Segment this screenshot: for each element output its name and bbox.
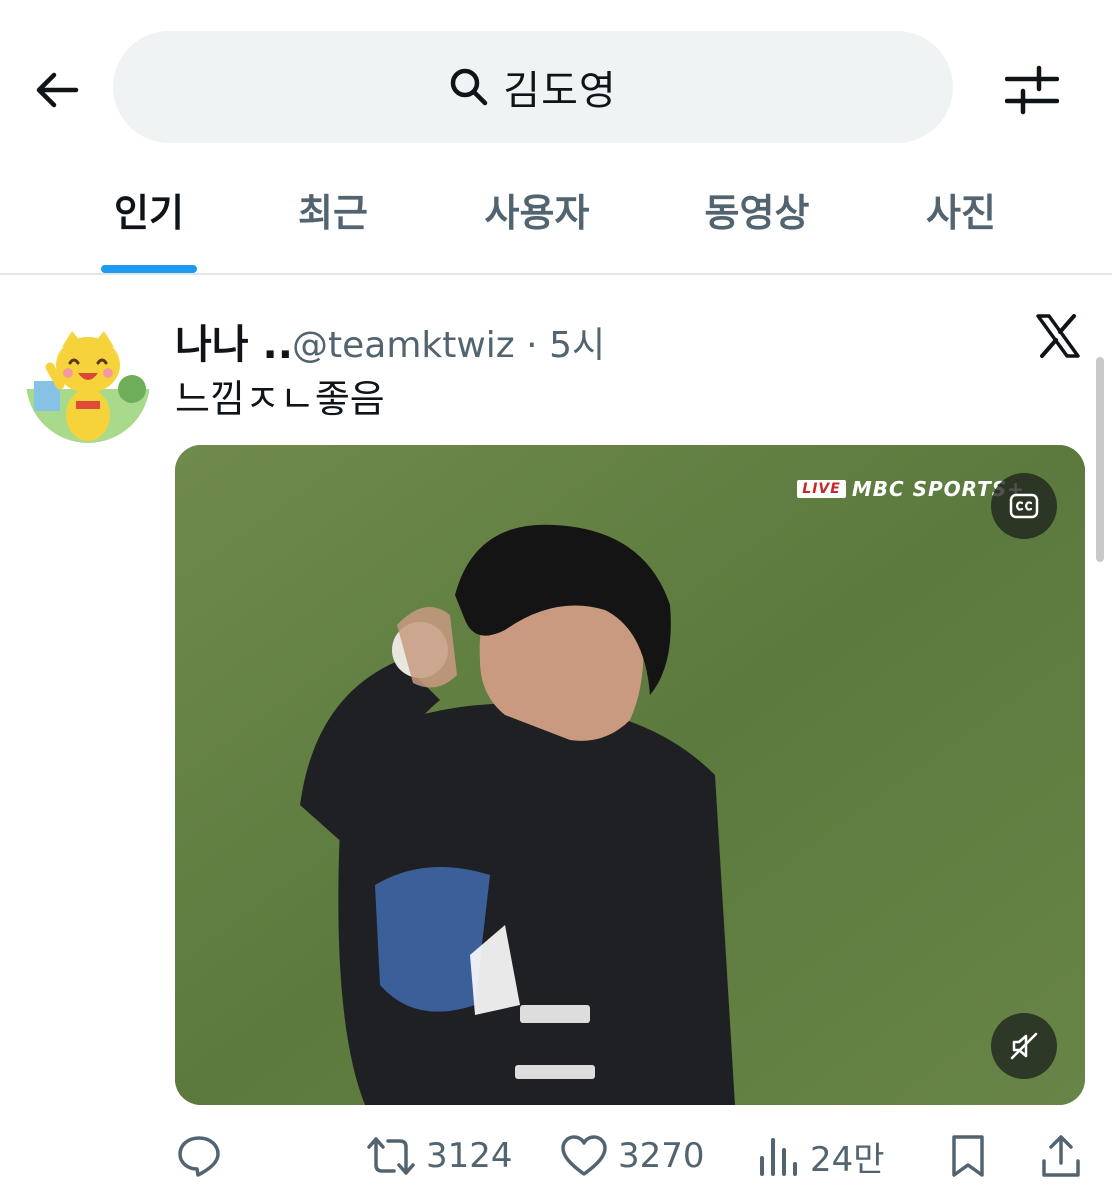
like-count: 3270 <box>618 1136 705 1176</box>
filter-sliders-icon <box>1005 65 1059 115</box>
live-badge: LIVE <box>797 480 846 498</box>
avatar[interactable] <box>26 319 150 443</box>
tab-recent[interactable]: 최근 <box>283 182 383 242</box>
handle-row: @teamktwiz · 5시 <box>292 316 605 368</box>
bookmark-icon <box>952 1135 984 1177</box>
search-bar[interactable]: 김도영 <box>113 31 953 143</box>
tweet-video[interactable]: LIVE MBC SPORTS+ <box>175 445 1085 1105</box>
avatar-illustration <box>26 319 150 443</box>
handle[interactable]: @teamktwiz <box>292 325 515 366</box>
captions-button[interactable] <box>991 473 1057 539</box>
tab-photos[interactable]: 사진 <box>912 182 1010 242</box>
mute-icon <box>1010 1032 1038 1060</box>
tweet-text: 느낌ㅈㄴ좋음 <box>175 377 385 421</box>
tab-videos[interactable]: 동영상 <box>690 182 824 242</box>
reply-button[interactable] <box>176 1128 222 1184</box>
views-count: 24만 <box>810 1139 885 1180</box>
timestamp[interactable]: 5시 <box>549 325 605 366</box>
share-icon <box>1042 1135 1080 1177</box>
tab-users[interactable]: 사용자 <box>470 182 604 242</box>
views-button[interactable]: 24만 <box>756 1128 885 1184</box>
back-button[interactable] <box>24 58 88 122</box>
reply-icon <box>178 1136 220 1177</box>
tabs-divider <box>0 273 1112 275</box>
separator-dot: · <box>526 325 538 366</box>
x-logo-icon <box>1036 314 1080 358</box>
views-icon <box>760 1138 797 1176</box>
like-icon <box>561 1135 607 1176</box>
tab-popular[interactable]: 인기 <box>101 182 197 242</box>
repost-count: 3124 <box>426 1136 513 1176</box>
scrollbar-thumb[interactable] <box>1096 357 1104 562</box>
bookmark-button[interactable] <box>948 1128 988 1184</box>
repost-button[interactable]: 3124 <box>366 1128 513 1184</box>
back-arrow-icon <box>36 72 79 108</box>
search-filter-button[interactable] <box>1000 58 1064 122</box>
mute-toggle-button[interactable] <box>991 1013 1057 1079</box>
like-button[interactable]: 3270 <box>560 1128 705 1184</box>
video-frame <box>175 445 1085 1105</box>
share-button[interactable] <box>1040 1128 1082 1184</box>
active-tab-indicator <box>101 265 197 273</box>
captions-icon <box>1009 493 1039 519</box>
search-icon <box>451 68 488 106</box>
search-query: 김도영 <box>503 68 617 114</box>
broadcast-logo: LIVE MBC SPORTS+ <box>797 477 1025 501</box>
display-name[interactable]: 나나 .. <box>175 312 293 370</box>
repost-icon <box>367 1137 415 1175</box>
